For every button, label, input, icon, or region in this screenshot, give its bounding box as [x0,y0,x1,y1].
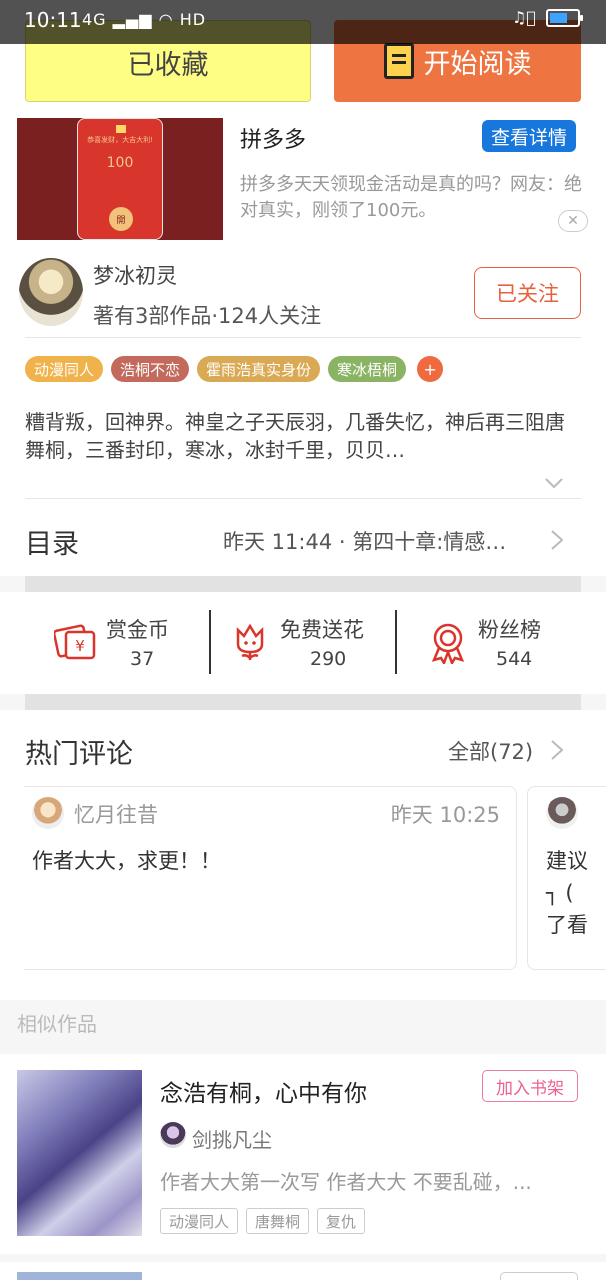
fan-ranking-stat[interactable]: 粉丝榜 544 [426,610,586,676]
start-reading-label: 开始阅读 [423,48,532,80]
book-tag-list: 动漫同人 唐舞桐 复仇 [160,1208,366,1234]
svg-text:¥: ¥ [75,637,85,655]
chevron-right-icon[interactable] [551,740,563,760]
ad-image-amount: 100 [106,155,134,171]
stat-value: 290 [310,648,347,670]
ad-detail-button[interactable]: 查看详情 [482,120,576,152]
more-tags-button[interactable]: + [417,356,444,382]
battery-icon [546,8,583,27]
add-to-shelf-button[interactable] [500,1272,578,1280]
commenter-avatar[interactable] [546,797,578,829]
comment-card[interactable]: 建议 ┐ ( 了看 [527,786,606,970]
ad-image[interactable]: 恭喜发财，大吉大利! 100 開 [17,118,223,240]
divider [25,337,581,338]
book-title[interactable]: 念浩有桐，心中有你 [160,1074,367,1108]
book-cover[interactable] [17,1272,142,1280]
ad-description[interactable]: 拼多多天天领现金活动是真的吗？网友：绝对真实，刚领了100元。 [240,172,590,224]
comment-text: 建议 ┐ ( 了看 [546,849,588,937]
toc-label[interactable]: 目录 [25,522,79,561]
stat-label: 粉丝榜 [478,618,541,642]
tag-list: 动漫同人 浩桐不恋 霍雨浩真实身份 寒冰梧桐 + [25,356,444,382]
divider [209,610,211,674]
book-cover[interactable] [17,1070,142,1236]
network-status: 4G ▂▄▆ ◠ HD [82,10,207,29]
author-meta: 著有3部作品·124人关注 [93,304,322,328]
section-separator [25,694,581,710]
book-icon [383,43,414,79]
comment-text: 作者大大，求更！！ [32,849,221,873]
wifi-icon: ◠ [158,10,174,29]
book-tag[interactable]: 动漫同人 [160,1208,239,1234]
book-info-section: 梦冰初灵 著有3部作品·124人关注 已关注 动漫同人 浩桐不恋 霍雨浩真实身份… [0,250,606,576]
tag-item[interactable]: 动漫同人 [25,356,104,382]
stat-value: 37 [130,648,155,670]
free-flower-stat[interactable]: 免费送花 290 [230,610,390,676]
medal-icon [431,623,465,664]
similar-works-label: 相似作品 [17,1012,97,1036]
book-description: 作者大大第一次写 作者大大 不要乱碰，... [160,1170,532,1194]
tag-item[interactable]: 浩桐不恋 [111,356,190,382]
similar-book-item-partial[interactable] [0,1262,606,1280]
flower-icon [236,623,264,660]
commenter-avatar[interactable] [32,797,64,829]
book-summary[interactable]: 糟背叛，回神界。神皇之子天辰羽，几番失忆，神后再三阻唐舞桐，三番封印，寒冰，冰封… [25,408,581,464]
similar-book-item[interactable]: 念浩有桐，心中有你 加入书架 剑挑凡尘 作者大大第一次写 作者大大 不要乱碰，.… [0,1054,606,1254]
chevron-down-icon[interactable] [545,478,563,488]
add-to-shelf-button[interactable]: 加入书架 [482,1070,578,1102]
tag-item[interactable]: 寒冰梧桐 [328,356,407,382]
comments-title: 热门评论 [25,739,133,770]
stat-label: 免费送花 [280,618,364,642]
chevron-right-icon[interactable] [551,530,563,550]
stat-value: 544 [496,648,533,670]
ad-close-icon[interactable]: ✕ [558,210,588,232]
network-type: 4G [82,10,107,29]
red-envelope-seal-icon [116,125,126,133]
status-time: 10:11 [24,8,82,32]
stat-label: 赏金币 [106,618,169,642]
book-author[interactable]: 剑挑凡尘 [192,1124,272,1153]
author-avatar[interactable] [19,258,83,326]
mute-icon: ♫⃠ [512,8,536,27]
status-bar: 10:11 4G ▂▄▆ ◠ HD ♫⃠ [0,0,606,44]
ad-image-caption: 恭喜发财，大吉大利! [87,136,153,144]
ad-image-open-icon: 開 [109,207,133,231]
hd-badge: HD [179,10,207,29]
gold-coin-icon: ¥ [54,624,96,660]
divider [395,610,397,674]
book-tag[interactable]: 唐舞桐 [246,1208,310,1234]
hot-comments-section: 热门评论 全部(72) 忆月往昔 昨天 10:25 作者大大，求更！！ 建议 ┐… [0,710,606,1000]
follow-button[interactable]: 已关注 [474,267,581,319]
toc-latest-chapter[interactable]: 昨天 11:44 · 第四十章:情感… [223,526,506,556]
author-name[interactable]: 梦冰初灵 [93,260,177,290]
ad-banner[interactable]: 恭喜发财，大吉大利! 100 開 拼多多 查看详情 拼多多天天领现金活动是真的吗… [0,110,606,250]
tag-item[interactable]: 霍雨浩真实身份 [197,356,321,382]
comment-time: 昨天 10:25 [390,803,500,827]
divider [25,498,581,499]
commenter-name[interactable]: 忆月往昔 [74,799,158,829]
reward-coins-stat[interactable]: ¥ 赏金币 37 [52,610,202,676]
section-separator [25,576,581,592]
book-author-avatar [160,1122,186,1148]
comment-card[interactable]: 忆月往昔 昨天 10:25 作者大大，求更！！ [24,786,517,970]
book-tag[interactable]: 复仇 [317,1208,366,1234]
ad-title[interactable]: 拼多多 [240,122,306,154]
all-comments-link[interactable]: 全部(72) [448,736,533,766]
stats-bar: ¥ 赏金币 37 免费送花 290 粉丝榜 544 [0,592,606,694]
